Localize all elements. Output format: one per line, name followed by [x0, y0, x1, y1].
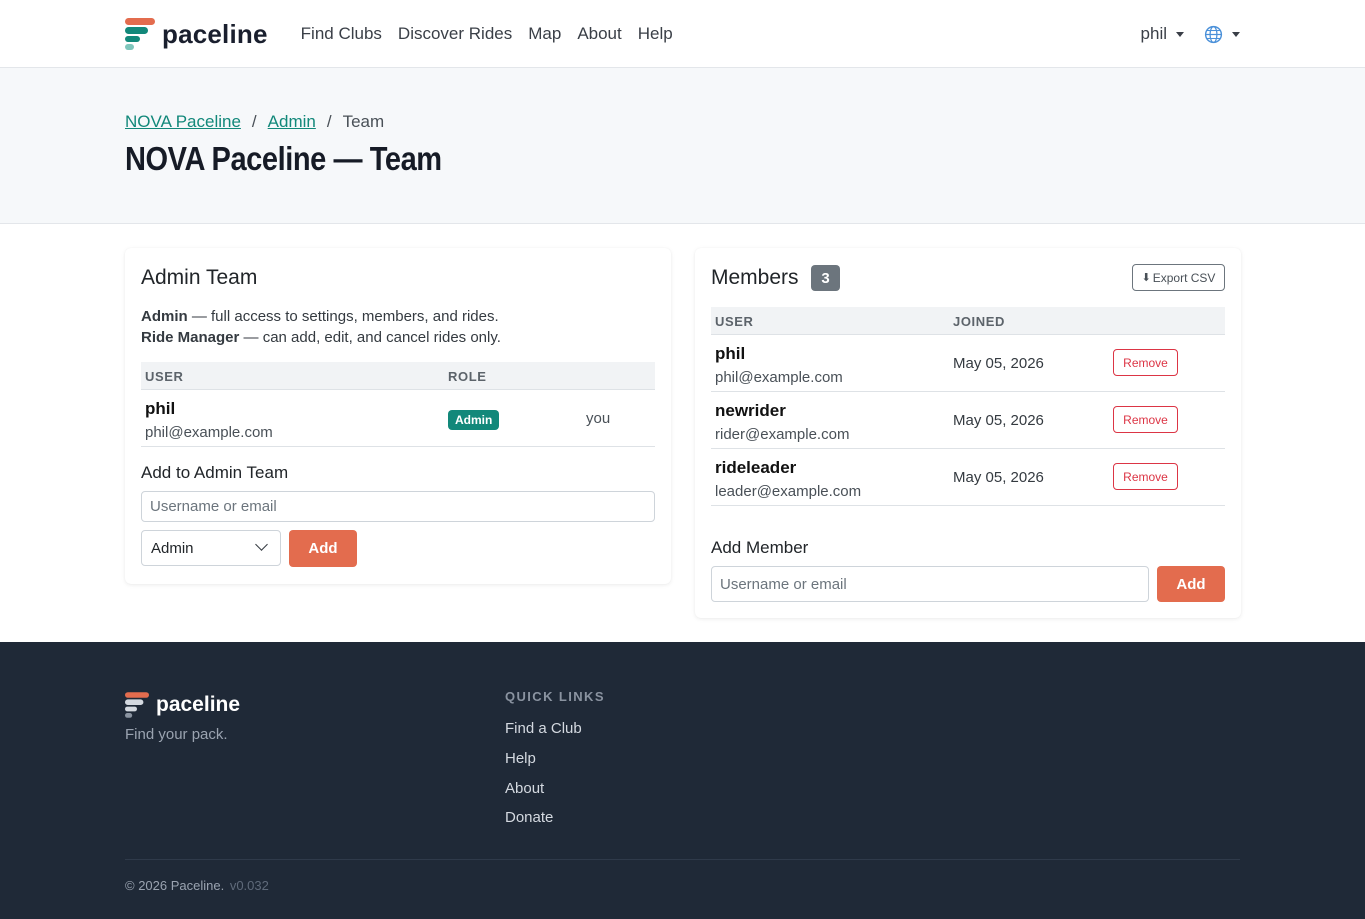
export-csv-button[interactable]: ⬇ Export CSV	[1132, 264, 1225, 291]
brand-name: paceline	[162, 18, 268, 49]
column-header-user: USER	[145, 369, 184, 384]
user-name: newrider	[715, 401, 786, 420]
members-title: Members	[711, 266, 799, 289]
column-header-user: USER	[715, 314, 754, 329]
footer-link-about[interactable]: About	[505, 780, 544, 797]
nav-about[interactable]: About	[577, 24, 621, 44]
user-email: phil@example.com	[715, 369, 843, 386]
navbar: paceline Find Clubs Discover Rides Map A…	[0, 0, 1365, 68]
user-email: rider@example.com	[715, 426, 850, 443]
role-badge: Admin	[448, 410, 500, 430]
footer-brand[interactable]: paceline	[125, 692, 240, 718]
joined-date: May 05, 2026	[953, 355, 1044, 372]
user-email: leader@example.com	[715, 483, 862, 500]
breadcrumb-current: Team	[342, 112, 385, 131]
user-menu-dropdown[interactable]: phil	[1141, 24, 1184, 44]
breadcrumb-admin[interactable]: Admin	[268, 112, 316, 132]
role-select-value: Admin	[151, 539, 194, 557]
breadcrumb: NOVA Paceline / Admin / Team	[125, 112, 384, 132]
footer-brand-name: paceline	[156, 693, 241, 716]
members-card: Members 3 ⬇ Export CSV USER JOINED phil …	[695, 248, 1241, 618]
table-header: USER ROLE	[141, 362, 655, 390]
brand-link[interactable]: paceline	[125, 18, 268, 50]
role-descriptions: Admin — full access to settings, members…	[141, 306, 501, 348]
nav-find-clubs[interactable]: Find Clubs	[301, 24, 382, 44]
table-row: rideleader leader@example.com May 05, 20…	[711, 449, 1225, 506]
admin-table: USER ROLE phil phil@example.com Admin yo…	[141, 362, 655, 447]
nav-discover-rides[interactable]: Discover Rides	[398, 24, 512, 44]
version-text: v0.032	[229, 878, 269, 893]
joined-date: May 05, 2026	[953, 412, 1044, 429]
caret-down-icon	[1176, 31, 1184, 37]
user-name: phil	[1140, 24, 1167, 43]
page-title: NOVA Paceline — Team	[125, 140, 442, 177]
user-name: phil	[715, 344, 746, 363]
breadcrumb-separator: /	[326, 112, 332, 131]
member-username-input[interactable]: Username or email	[711, 566, 1149, 602]
breadcrumb-separator: /	[251, 112, 257, 131]
footer-copyright: © 2026 Paceline. v0.032	[125, 878, 269, 893]
self-indicator: you	[586, 410, 611, 427]
add-admin-button[interactable]: Add	[289, 530, 357, 567]
role-ride-manager-desc: Ride Manager — can add, edit, and cancel…	[141, 329, 501, 346]
members-table: USER JOINED phil phil@example.com May 05…	[711, 307, 1225, 506]
joined-date: May 05, 2026	[953, 469, 1044, 486]
export-csv-label: Export CSV	[1152, 270, 1216, 285]
column-header-joined: JOINED	[953, 314, 1006, 329]
role-select[interactable]: Admin	[141, 530, 281, 566]
footer-link-find-club[interactable]: Find a Club	[505, 720, 582, 737]
footer-link-help[interactable]: Help	[505, 750, 536, 767]
user-name: phil	[145, 399, 176, 418]
main-nav: Find Clubs Discover Rides Map About Help	[301, 24, 689, 44]
caret-down-icon	[1232, 31, 1240, 37]
footer-tagline: Find your pack.	[125, 726, 228, 743]
admin-username-input[interactable]: Username or email	[141, 491, 655, 522]
column-header-role: ROLE	[448, 369, 487, 384]
admin-team-card: Admin Team Admin — full access to settin…	[125, 248, 671, 584]
table-row: phil phil@example.com Admin you	[141, 390, 655, 447]
add-admin-label: Add to Admin Team	[141, 463, 289, 482]
footer: paceline Find your pack. QUICK LINKS Fin…	[0, 642, 1365, 919]
page-header: NOVA Paceline / Admin / Team NOVA Paceli…	[0, 68, 1365, 224]
footer-link-donate[interactable]: Donate	[505, 809, 553, 826]
footer-divider	[125, 859, 1240, 860]
remove-member-button[interactable]: Remove	[1113, 349, 1178, 376]
member-count-badge: 3	[811, 265, 840, 291]
table-header: USER JOINED	[711, 307, 1225, 335]
table-row: phil phil@example.com May 05, 2026 Remov…	[711, 335, 1225, 392]
globe-icon	[1204, 25, 1223, 43]
copyright-text: © 2026 Paceline.	[125, 878, 225, 893]
nav-help[interactable]: Help	[638, 24, 673, 44]
role-admin-desc: Admin — full access to settings, members…	[141, 308, 499, 325]
add-member-label: Add Member	[711, 538, 809, 557]
paceline-logo-icon	[125, 18, 155, 50]
paceline-logo-icon	[125, 692, 149, 718]
user-email: phil@example.com	[145, 424, 273, 441]
language-dropdown[interactable]	[1204, 25, 1240, 44]
main-content: Admin Team Admin — full access to settin…	[0, 224, 1365, 642]
user-name: rideleader	[715, 458, 797, 477]
quick-links-heading: QUICK LINKS	[505, 689, 605, 704]
remove-member-button[interactable]: Remove	[1113, 463, 1178, 490]
add-member-button[interactable]: Add	[1157, 566, 1225, 602]
nav-map[interactable]: Map	[528, 24, 561, 44]
breadcrumb-club[interactable]: NOVA Paceline	[125, 112, 241, 132]
table-row: newrider rider@example.com May 05, 2026 …	[711, 392, 1225, 449]
admin-team-title: Admin Team	[141, 266, 258, 289]
remove-member-button[interactable]: Remove	[1113, 406, 1178, 433]
chevron-down-icon	[255, 538, 268, 551]
download-icon: ⬇	[1141, 272, 1151, 284]
